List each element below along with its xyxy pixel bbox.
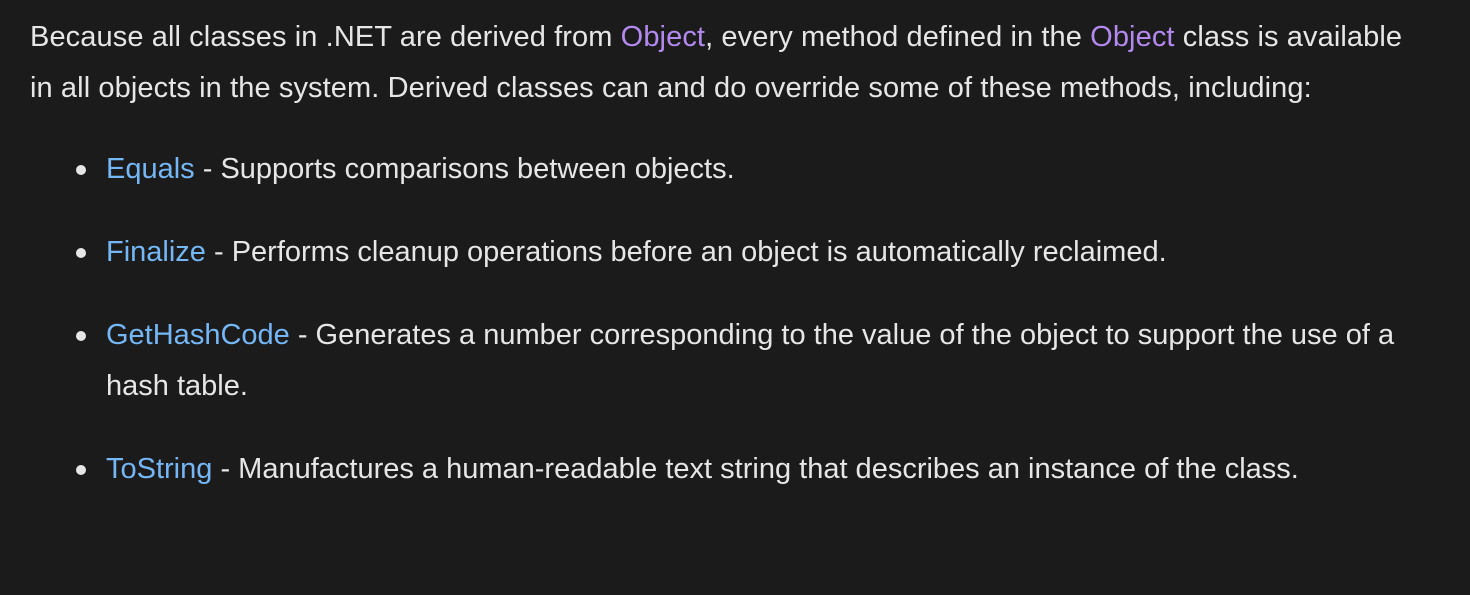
bullet-icon	[76, 165, 86, 175]
object-link[interactable]: Object	[621, 21, 705, 53]
intro-text-2: , every method defined in the	[705, 21, 1091, 53]
method-description: - Generates a number corresponding to th…	[106, 319, 1395, 402]
method-description: - Performs cleanup operations before an …	[205, 236, 1167, 268]
methods-list: Equals - Supports comparisons between ob…	[30, 144, 1430, 495]
intro-paragraph: Because all classes in .NET are derived …	[30, 12, 1430, 114]
list-item: ToString - Manufactures a human-readable…	[76, 444, 1430, 495]
list-item: Equals - Supports comparisons between ob…	[76, 144, 1430, 195]
bullet-icon	[76, 465, 86, 475]
method-description: - Manufactures a human-readable text str…	[212, 453, 1299, 485]
finalize-link[interactable]: Finalize	[106, 236, 206, 268]
list-item: Finalize - Performs cleanup operations b…	[76, 227, 1430, 278]
equals-link[interactable]: Equals	[106, 153, 195, 185]
list-item: GetHashCode - Generates a number corresp…	[76, 310, 1430, 412]
gethashcode-link[interactable]: GetHashCode	[106, 319, 290, 351]
tostring-link[interactable]: ToString	[106, 453, 212, 485]
bullet-icon	[76, 331, 86, 341]
intro-text-1: Because all classes in .NET are derived …	[30, 21, 621, 53]
object-link[interactable]: Object	[1090, 21, 1174, 53]
method-description: - Supports comparisons between objects.	[194, 153, 735, 185]
article-content: Because all classes in .NET are derived …	[30, 12, 1430, 527]
bullet-icon	[76, 248, 86, 258]
